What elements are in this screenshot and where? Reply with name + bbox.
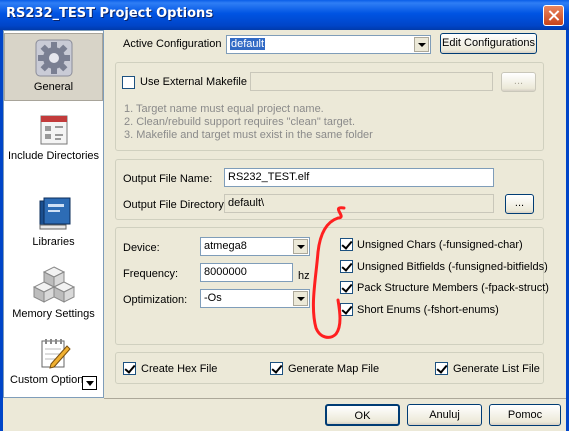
short-enums-label: Short Enums (-fshort-enums) [357,304,499,316]
frequency-label: Frequency: [123,268,179,280]
output-directory-browse-button[interactable]: ... [505,194,534,214]
sidebar-scroll-down-button[interactable] [82,376,97,390]
chevron-down-icon [414,37,429,52]
external-makefile-browse-button[interactable]: ... [501,72,536,92]
active-configuration-select[interactable]: default [226,35,431,54]
output-file-name-field[interactable]: RS232_TEST.elf [224,168,494,187]
frequency-field[interactable]: 8000000 [200,263,293,282]
active-configuration-value: default [230,38,266,50]
chevron-down-icon [293,239,308,254]
category-sidebar: General Include Directories Libraries Me… [3,30,104,398]
create-hex-file-label: Create Hex File [141,363,218,375]
optimization-value: -Os [204,292,222,304]
frequency-unit-label: hz [298,270,310,282]
device-select[interactable]: atmega8 [200,237,310,256]
use-external-makefile-checkbox[interactable] [122,76,135,89]
ok-button[interactable]: OK [325,404,400,426]
makefile-note-1: 1. Target name must equal project name. [124,103,324,115]
books-icon [39,197,70,230]
gear-icon [35,39,72,77]
close-button[interactable] [543,5,564,26]
active-configuration-label: Active Configuration [123,38,222,50]
footer-divider [104,398,566,399]
output-file-directory-field[interactable]: default\ [224,194,494,213]
output-file-name-label: Output File Name: [123,173,213,185]
unsigned-chars-label: Unsigned Chars (-funsigned-char) [357,239,523,251]
sidebar-item-general[interactable]: General [4,33,103,101]
output-file-directory-label: Output File Directory: [123,199,227,211]
makefile-note-2: 2. Clean/rebuild support requires "clean… [124,116,355,128]
chevron-down-icon [293,291,308,306]
sidebar-item-memory-settings[interactable]: Memory Settings [4,265,103,327]
sidebar-item-include-directories[interactable]: Include Directories [4,113,103,183]
memory-blocks-icon [32,266,75,303]
generate-list-file-label: Generate List File [453,363,540,375]
external-makefile-path-field[interactable] [250,72,493,91]
pencil-notepad-icon [41,339,71,369]
sidebar-item-label: General [33,81,74,93]
create-hex-file-checkbox[interactable] [123,362,136,375]
use-external-makefile-label: Use External Makefile [140,76,247,88]
sidebar-item-label: Include Directories [7,150,100,162]
edit-configurations-button[interactable]: Edit Configurations [440,33,537,54]
pack-structure-members-checkbox[interactable] [340,281,353,294]
title-bar: RS232_TEST Project Options [0,0,569,30]
short-enums-checkbox[interactable] [340,303,353,316]
window-title: RS232_TEST Project Options [6,6,214,21]
device-value: atmega8 [204,240,247,252]
sidebar-item-label: Memory Settings [12,308,95,320]
sidebar-item-label: Libraries [32,236,75,248]
unsigned-bitfields-checkbox[interactable] [340,260,353,273]
cancel-button[interactable]: Anuluj [407,404,482,426]
help-button[interactable]: Pomoc [489,404,561,426]
generate-map-file-label: Generate Map File [288,363,380,375]
sidebar-item-libraries[interactable]: Libraries [4,195,103,255]
generate-list-file-checkbox[interactable] [435,362,448,375]
makefile-note-3: 3. Makefile and target must exist in the… [124,129,373,141]
unsigned-bitfields-label: Unsigned Bitfields (-funsigned-bitfields… [357,261,548,273]
unsigned-chars-checkbox[interactable] [340,238,353,251]
device-label: Device: [123,242,160,254]
generate-map-file-checkbox[interactable] [270,362,283,375]
pack-structure-members-label: Pack Structure Members (-fpack-struct) [357,282,549,294]
optimization-select[interactable]: -Os [200,289,310,308]
include-directories-icon [40,115,67,145]
optimization-label: Optimization: [123,294,188,306]
